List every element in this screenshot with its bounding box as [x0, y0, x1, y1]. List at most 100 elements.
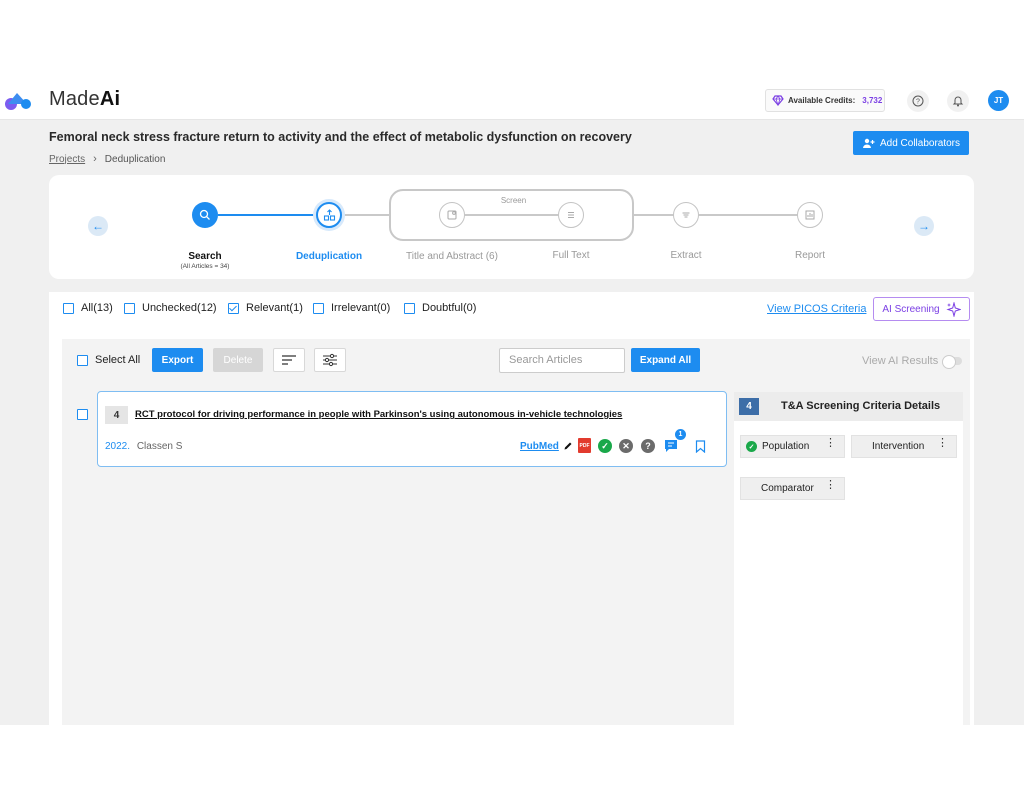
- step-extract-label: Extract: [670, 250, 702, 261]
- chevron-right-icon: ›: [93, 153, 97, 165]
- article-year: 2022.: [105, 441, 131, 452]
- article-checkbox[interactable]: [77, 409, 88, 420]
- criteria-chip-label: Comparator: [761, 483, 814, 494]
- filter-irrelevant[interactable]: Irrelevant(0): [313, 302, 390, 314]
- sort-button[interactable]: [273, 348, 305, 372]
- criteria-chip-label: Population: [762, 441, 810, 452]
- step-connector: [465, 214, 558, 216]
- breadcrumb-projects-link[interactable]: Projects: [49, 154, 85, 165]
- ai-screening-label: AI Screening: [882, 303, 940, 315]
- article-meta: 2022. Classen S: [105, 441, 182, 452]
- diamond-icon: [772, 95, 784, 106]
- pdf-icon[interactable]: PDF: [578, 438, 591, 453]
- criteria-chip-comparator[interactable]: Comparator ⋮: [740, 477, 845, 500]
- toggle-switch[interactable]: [942, 355, 963, 369]
- filter-unchecked-label: Unchecked(12): [142, 302, 217, 314]
- credits-value: 3,732: [862, 96, 883, 105]
- expand-all-button[interactable]: Expand All: [631, 348, 700, 372]
- page-title: Femoral neck stress fracture return to a…: [49, 130, 632, 144]
- more-options-icon[interactable]: ⋮: [825, 480, 836, 491]
- article-number: 4: [105, 406, 128, 424]
- step-deduplication[interactable]: [316, 202, 342, 228]
- criteria-chip-intervention[interactable]: Intervention ⋮: [851, 435, 957, 458]
- filter-relevant-checkbox[interactable]: [228, 302, 239, 314]
- workflow-stepper: ← → Screen Search (All Articles = 34) De…: [49, 175, 974, 279]
- step-extract[interactable]: [673, 202, 699, 228]
- step-full-text[interactable]: [558, 202, 584, 228]
- credits-indicator[interactable]: Available Credits: 3,732: [765, 89, 885, 112]
- filter-unchecked-checkbox[interactable]: [124, 302, 135, 314]
- sparkle-icon: [945, 301, 961, 317]
- article-author: Classen S: [136, 441, 183, 452]
- arrow-left-icon[interactable]: ←: [88, 216, 108, 236]
- step-title-abstract[interactable]: [439, 202, 465, 228]
- filter-all-checkbox[interactable]: [63, 302, 74, 314]
- export-button[interactable]: Export: [152, 348, 203, 372]
- filter-relevant-label: Relevant(1): [246, 302, 303, 314]
- select-all[interactable]: Select All: [77, 354, 140, 366]
- step-deduplication-label: Deduplication: [295, 251, 363, 262]
- article-title[interactable]: RCT protocol for driving performance in …: [135, 409, 622, 420]
- step-report-label: Report: [794, 250, 825, 261]
- arrow-right-icon[interactable]: →: [914, 216, 934, 236]
- question-circle-icon[interactable]: ?: [641, 439, 655, 453]
- svg-text:?: ?: [916, 99, 920, 106]
- dedup-icon: [323, 208, 335, 221]
- breadcrumb: Projects › Deduplication: [49, 153, 165, 165]
- filter-all[interactable]: All(13): [63, 302, 113, 314]
- filter-doubtful-label: Doubtful(0): [422, 302, 477, 314]
- comment-count-badge: 1: [674, 428, 687, 441]
- help-icon[interactable]: ?: [907, 90, 929, 112]
- add-user-icon: [862, 138, 875, 148]
- bookmark-icon[interactable]: [695, 440, 706, 453]
- check-circle-icon: ✓: [746, 441, 757, 452]
- lines-icon: [568, 212, 574, 218]
- step-search-label: Search: [188, 251, 222, 262]
- check-circle-icon[interactable]: ✓: [598, 439, 612, 453]
- criteria-panel: 4 T&A Screening Criteria Details ✓ Popul…: [734, 392, 963, 725]
- pencil-icon[interactable]: [563, 441, 573, 451]
- step-full-text-label: Full Text: [552, 250, 590, 261]
- search-articles-input[interactable]: Search Articles: [499, 348, 625, 373]
- user-avatar[interactable]: JT: [988, 90, 1009, 111]
- filter-doubtful-checkbox[interactable]: [404, 302, 415, 314]
- filter-relevant[interactable]: Relevant(1): [228, 302, 303, 314]
- chart-icon: [805, 210, 815, 220]
- brand-prefix: Made: [49, 88, 100, 110]
- close-circle-icon[interactable]: ✕: [619, 439, 633, 453]
- pubmed-link[interactable]: PubMed: [520, 441, 559, 452]
- comment-icon[interactable]: [664, 439, 678, 453]
- filter-irrelevant-label: Irrelevant(0): [331, 302, 391, 314]
- criteria-header: 4 T&A Screening Criteria Details: [734, 392, 963, 421]
- search-icon: [199, 209, 210, 220]
- view-ai-results-label: View AI Results: [862, 355, 939, 367]
- more-options-icon[interactable]: ⋮: [825, 438, 836, 449]
- step-search[interactable]: [192, 202, 218, 228]
- madeai-logo-icon[interactable]: [3, 89, 33, 111]
- view-picos-link[interactable]: View PICOS Criteria: [767, 303, 866, 315]
- filter-all-label: All(13): [81, 302, 113, 314]
- ai-screening-button[interactable]: AI Screening: [873, 297, 970, 321]
- article-card[interactable]: 4 RCT protocol for driving performance i…: [97, 391, 727, 467]
- step-connector: [699, 214, 798, 216]
- settings-filter-button[interactable]: [314, 348, 346, 372]
- filter-unchecked[interactable]: Unchecked(12): [124, 302, 217, 314]
- app-viewport: MadeAi Available Credits: 3,732 ? JT Fem…: [0, 82, 1024, 725]
- add-collaborators-button[interactable]: Add Collaborators: [853, 131, 969, 155]
- sort-icon: [282, 355, 296, 365]
- filter-doubtful[interactable]: Doubtful(0): [404, 302, 476, 314]
- step-connector: [218, 214, 327, 216]
- brand-name: MadeAi: [49, 88, 120, 111]
- filter-irrelevant-checkbox[interactable]: [313, 302, 324, 314]
- view-ai-results-toggle[interactable]: View AI Results: [862, 355, 963, 369]
- step-report[interactable]: [797, 202, 823, 228]
- criteria-chip-population[interactable]: ✓ Population ⋮: [740, 435, 845, 458]
- step-search-sub: (All Articles = 34): [180, 263, 230, 270]
- add-collaborators-label: Add Collaborators: [879, 137, 961, 149]
- more-options-icon[interactable]: ⋮: [937, 438, 948, 449]
- delete-button[interactable]: Delete: [213, 348, 263, 372]
- step-title-abstract-label: Title and Abstract (6): [406, 251, 498, 262]
- select-all-checkbox[interactable]: [77, 354, 88, 366]
- bell-icon[interactable]: [947, 90, 969, 112]
- filter-icon: [682, 212, 690, 218]
